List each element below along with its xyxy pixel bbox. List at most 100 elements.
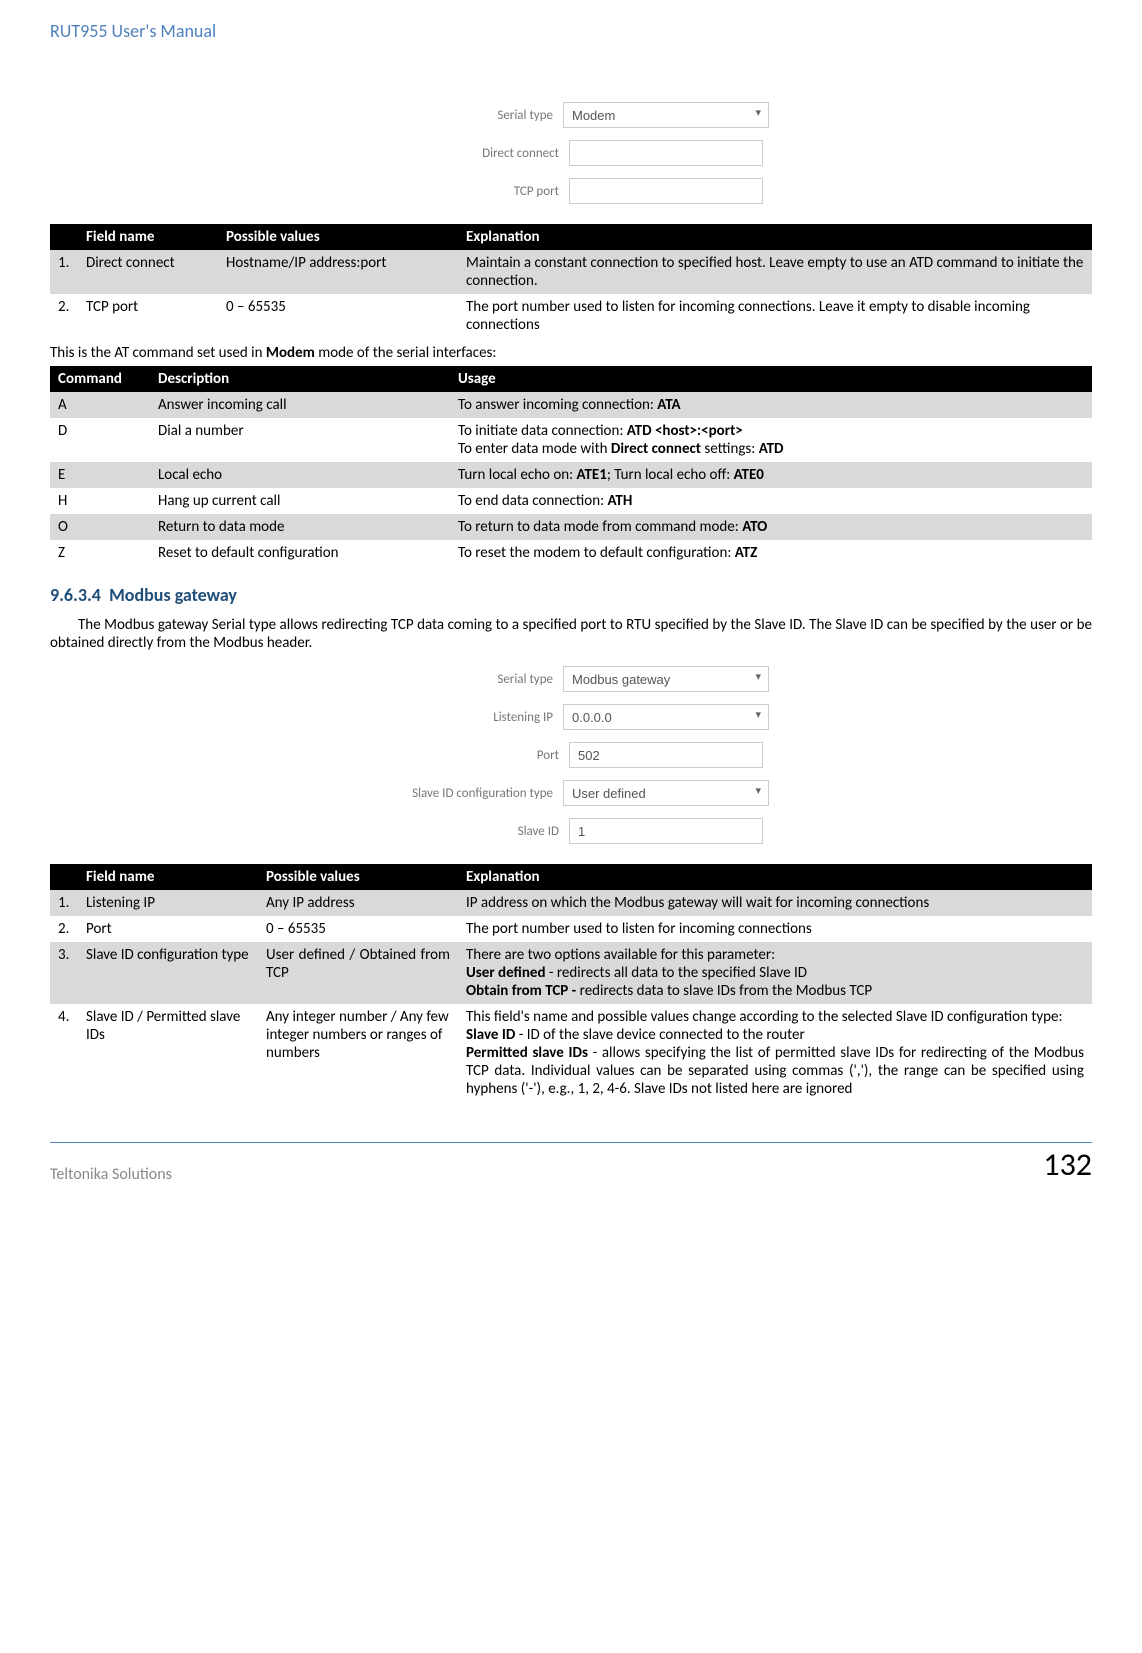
modem-fields-table: Field name Possible values Explanation 1…: [50, 224, 1092, 338]
table-header-row: Field name Possible values Explanation: [50, 224, 1092, 250]
usage-pre: To answer incoming connection:: [458, 396, 657, 414]
cell-cmd: E: [50, 462, 150, 488]
table-header-row: Command Description Usage: [50, 366, 1092, 392]
col-expl: Explanation: [458, 864, 1092, 890]
listening-ip-select[interactable]: [563, 704, 769, 730]
cell-cmd: O: [50, 514, 150, 540]
expl-pre: There are two options available for this…: [466, 946, 775, 964]
usage-pre: To end data connection:: [458, 492, 608, 510]
col-desc: Description: [150, 366, 450, 392]
usage-bold: ATE1: [577, 466, 607, 484]
cell-usage: To return to data mode from command mode…: [450, 514, 1092, 540]
listening-ip-row: Listening IP: [373, 704, 769, 730]
table-row: H Hang up current call To end data conne…: [50, 488, 1092, 514]
cell-expl: This field's name and possible values ch…: [458, 1004, 1092, 1102]
cell-desc: Local echo: [150, 462, 450, 488]
section-heading: 9.6.3.4 Modbus gateway: [50, 584, 1092, 606]
col-field: Field name: [78, 864, 258, 890]
expl-bold: User defined: [466, 964, 546, 982]
usage-bold: Direct connect: [611, 440, 701, 458]
usage-pre: Turn local echo on:: [458, 466, 577, 484]
serial-type-select-wrap: [563, 666, 769, 692]
slave-cfg-label: Slave ID configuration type: [373, 786, 553, 801]
col-usage: Usage: [450, 366, 1092, 392]
expl-text: - ID of the slave device connected to th…: [515, 1026, 804, 1044]
page-header-title: RUT955 User's Manual: [50, 20, 1092, 42]
cell-desc: Return to data mode: [150, 514, 450, 540]
expl-pre: This field's name and possible values ch…: [466, 1008, 1063, 1026]
page-footer: Teltonika Solutions 132: [50, 1142, 1092, 1184]
section-paragraph: The Modbus gateway Serial type allows re…: [50, 616, 1092, 652]
serial-type-select[interactable]: [563, 102, 769, 128]
usage-bold2: ATE0: [734, 466, 764, 484]
cell-expl: There are two options available for this…: [458, 942, 1092, 1004]
serial-type-label: Serial type: [373, 108, 553, 123]
expl-text: - redirects all data to the specified Sl…: [546, 964, 808, 982]
direct-connect-row: Direct connect: [379, 140, 763, 166]
serial-type-select[interactable]: [563, 666, 769, 692]
cell-desc: Reset to default configuration: [150, 540, 450, 566]
cell-values: Hostname/IP address:port: [218, 250, 458, 294]
table-row: D Dial a number To initiate data connect…: [50, 418, 1092, 462]
at-intro: This is the AT command set used in Modem…: [50, 344, 1092, 362]
listening-ip-label: Listening IP: [373, 710, 553, 725]
usage-bold: ATH: [608, 492, 633, 510]
table-row: E Local echo Turn local echo on: ATE1; T…: [50, 462, 1092, 488]
cell-values: 0 – 65535: [258, 916, 458, 942]
direct-connect-label: Direct connect: [379, 146, 559, 161]
expl-bold: Slave ID: [466, 1026, 515, 1044]
tcp-port-input[interactable]: [569, 178, 763, 204]
slave-id-label: Slave ID: [379, 824, 559, 839]
port-input[interactable]: [569, 742, 763, 768]
usage-pre: To return to data mode from command mode…: [458, 518, 742, 536]
tcp-port-label: TCP port: [379, 184, 559, 199]
cell-desc: Dial a number: [150, 418, 450, 462]
col-field: Field name: [78, 224, 218, 250]
cell-num: 4.: [50, 1004, 78, 1102]
serial-type-select-wrap: [563, 102, 769, 128]
section-title: Modbus gateway: [109, 584, 237, 606]
slave-cfg-row: Slave ID configuration type: [373, 780, 769, 806]
col-blank: [50, 224, 78, 250]
table-row: 1. Direct connect Hostname/IP address:po…: [50, 250, 1092, 294]
cell-usage: To initiate data connection: ATD <host>:…: [450, 418, 1092, 462]
usage-mid: To enter data mode with: [458, 440, 611, 458]
cell-expl: Maintain a constant connection to specif…: [458, 250, 1092, 294]
usage-bold: ATA: [657, 396, 680, 414]
cell-cmd: H: [50, 488, 150, 514]
expl-bold: Obtain from TCP -: [466, 982, 580, 1000]
expl-text: redirects data to slave IDs from the Mod…: [580, 982, 872, 1000]
slave-id-row: Slave ID: [379, 818, 763, 844]
footer-company: Teltonika Solutions: [50, 1161, 172, 1184]
slave-cfg-select[interactable]: [563, 780, 769, 806]
cell-values: Any integer number / Any few integer num…: [258, 1004, 458, 1102]
usage-bold: ATD <host>:<port>: [627, 422, 743, 440]
table-row: 3. Slave ID configuration type User defi…: [50, 942, 1092, 1004]
modbus-fields-table: Field name Possible values Explanation 1…: [50, 864, 1092, 1102]
serial-type-label: Serial type: [373, 672, 553, 687]
serial-type-row: Serial type: [373, 666, 769, 692]
table-row: 4. Slave ID / Permitted slave IDs Any in…: [50, 1004, 1092, 1102]
at-intro-pre: This is the AT command set used in: [50, 344, 266, 362]
direct-connect-input[interactable]: [569, 140, 763, 166]
slave-id-input[interactable]: [569, 818, 763, 844]
table-row: Z Reset to default configuration To rese…: [50, 540, 1092, 566]
port-row: Port: [379, 742, 763, 768]
cell-values: User defined / Obtained from TCP: [258, 942, 458, 1004]
cell-field: Listening IP: [78, 890, 258, 916]
col-expl: Explanation: [458, 224, 1092, 250]
usage-mid2: settings:: [701, 440, 759, 458]
usage-pre: To reset the modem to default configurat…: [458, 544, 735, 562]
footer-page-number: 132: [1043, 1145, 1092, 1184]
cell-num: 1.: [50, 890, 78, 916]
cell-expl: The port number used to listen for incom…: [458, 294, 1092, 338]
cell-field: Port: [78, 916, 258, 942]
cell-values: 0 – 65535: [218, 294, 458, 338]
table-row: A Answer incoming call To answer incomin…: [50, 392, 1092, 418]
cell-cmd: Z: [50, 540, 150, 566]
at-intro-post: mode of the serial interfaces:: [315, 344, 497, 362]
table-row: 2. TCP port 0 – 65535 The port number us…: [50, 294, 1092, 338]
slave-cfg-select-wrap: [563, 780, 769, 806]
section-number: 9.6.3.4: [50, 584, 101, 606]
tcp-port-row: TCP port: [379, 178, 763, 204]
